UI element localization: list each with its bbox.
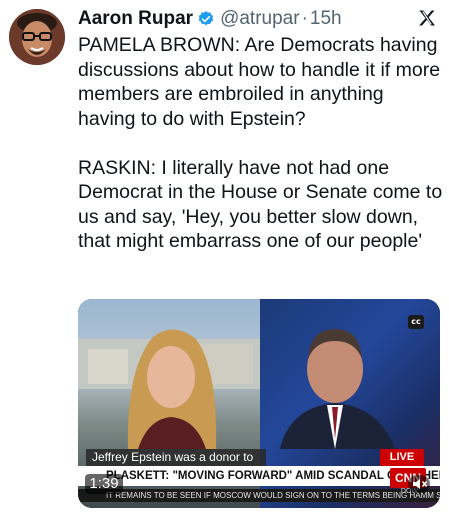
mute-icon[interactable] <box>408 475 430 493</box>
video-player[interactable]: cc Jeffrey Epstein was a donor to LIVE P… <box>78 299 440 508</box>
verified-badge-icon <box>197 10 215 28</box>
news-chyron: Jeffrey Epstein was a donor to LIVE PLAS… <box>78 449 440 508</box>
news-ticker-text: IT REMAINS TO BE SEEN IF MOSCOW WOULD SI… <box>106 491 440 500</box>
x-logo-icon[interactable] <box>417 8 437 28</box>
closed-captions-icon[interactable]: cc <box>408 315 424 329</box>
news-ticker: IT REMAINS TO BE SEEN IF MOSCOW WOULD SI… <box>78 489 440 502</box>
post-time[interactable]: 15h <box>310 8 342 30</box>
avatar[interactable] <box>9 9 65 65</box>
author-handle[interactable]: @atrupar <box>220 8 300 30</box>
chyron-headline: PLASKETT: "MOVING FORWARD" AMID SCANDAL … <box>78 466 440 486</box>
tweet-header: Aaron Rupar @atrupar · 15h <box>78 6 439 32</box>
video-timestamp: 1:39 <box>85 474 123 494</box>
separator-dot: · <box>301 8 308 29</box>
avatar-image <box>9 9 65 65</box>
tweet-text: PAMELA BROWN: Are Democrats having discu… <box>78 34 443 252</box>
live-badge: LIVE <box>380 449 424 466</box>
chyron-kicker: Jeffrey Epstein was a donor to <box>86 449 266 466</box>
author-name[interactable]: Aaron Rupar <box>78 8 193 30</box>
